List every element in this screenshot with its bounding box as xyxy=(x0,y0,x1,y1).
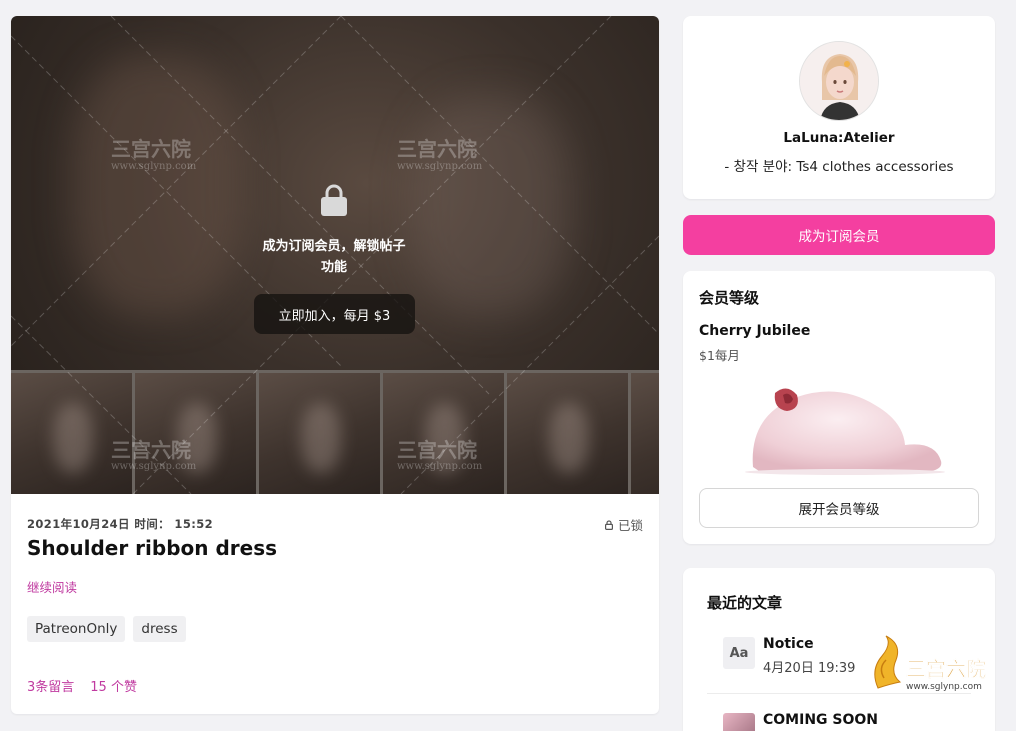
join-now-button[interactable]: 立即加入，每月 $3 xyxy=(254,294,415,334)
unlock-message-line: 成为订阅会员，解锁帖子 xyxy=(262,239,406,254)
tier-price: $1每月 xyxy=(699,348,740,363)
subscribe-button[interactable]: 成为订阅会员 xyxy=(683,215,995,255)
ice-cream-image xyxy=(745,388,945,475)
unlock-message-line: 功能 xyxy=(320,260,347,275)
small-lock-icon xyxy=(604,519,613,530)
locked-label: 已锁 xyxy=(617,518,643,533)
tier-heading: 会员等级 xyxy=(699,289,760,307)
text-post-icon: Aa xyxy=(723,637,755,669)
tier-name: Cherry Jubilee xyxy=(699,323,811,339)
thumbnail xyxy=(507,373,628,494)
comments-link[interactable]: 3条留言 xyxy=(27,676,74,695)
blurred-figure xyxy=(411,96,571,316)
unlock-message: 成为订阅会员，解锁帖子 功能 xyxy=(234,236,434,278)
thumbnail xyxy=(259,373,380,494)
recent-posts-heading: 最近的文章 xyxy=(707,594,783,612)
post-thumbnail xyxy=(723,713,755,731)
divider xyxy=(707,693,971,694)
thumbnail xyxy=(11,373,132,494)
thumbnail xyxy=(383,373,504,494)
recent-post-item[interactable]: COMING SOON xyxy=(723,710,973,731)
membership-tier-card: 会员等级 Cherry Jubilee $1每月 展开会员等级 xyxy=(683,271,995,544)
post-title[interactable]: Shoulder ribbon dress xyxy=(27,536,277,560)
recent-post-title: COMING SOON xyxy=(763,712,879,728)
recent-post-item[interactable]: Aa Notice 4月20日 19:39 xyxy=(723,634,973,676)
recent-posts-card: 最近的文章 Aa Notice 4月20日 19:39 COMING SOON xyxy=(683,568,995,731)
creator-name[interactable]: LaLuna:Atelier xyxy=(683,130,995,146)
tag[interactable]: dress xyxy=(133,616,186,642)
post-date: 2021年10月24日 时间： 15:52 xyxy=(27,517,214,531)
avatar-image xyxy=(800,42,878,120)
locked-media-preview: 三宫六院 www.sglynp.com 三宫六院 www.sglynp.com … xyxy=(11,16,659,494)
creator-card: LaLuna:Atelier - 창작 분야: Ts4 clothes acce… xyxy=(683,16,995,199)
thumbnail xyxy=(135,373,256,494)
thumbnail-strip xyxy=(11,370,659,494)
post-meta: 2021年10月24日 时间： 15:52 已锁 xyxy=(27,515,643,534)
recent-post-title: Notice xyxy=(763,636,814,652)
read-more-link[interactable]: 继续阅读 xyxy=(27,577,77,596)
tag-list: PatreonOnly dress xyxy=(27,616,186,642)
recent-post-time: 4月20日 19:39 xyxy=(763,661,856,676)
post-stats: 3条留言 15 个赞 xyxy=(27,676,137,695)
tag[interactable]: PatreonOnly xyxy=(27,616,126,642)
lock-icon xyxy=(321,184,347,216)
post-card: 三宫六院 www.sglynp.com 三宫六院 www.sglynp.com … xyxy=(11,16,659,714)
likes-link[interactable]: 15 个赞 xyxy=(90,676,137,695)
thumbnail xyxy=(631,373,659,494)
locked-badge: 已锁 xyxy=(604,515,643,534)
blurred-figure xyxy=(71,56,241,316)
expand-tiers-button[interactable]: 展开会员等级 xyxy=(699,488,979,528)
creator-description: - 창작 분야: Ts4 clothes accessories xyxy=(724,159,954,175)
avatar[interactable] xyxy=(799,41,879,121)
